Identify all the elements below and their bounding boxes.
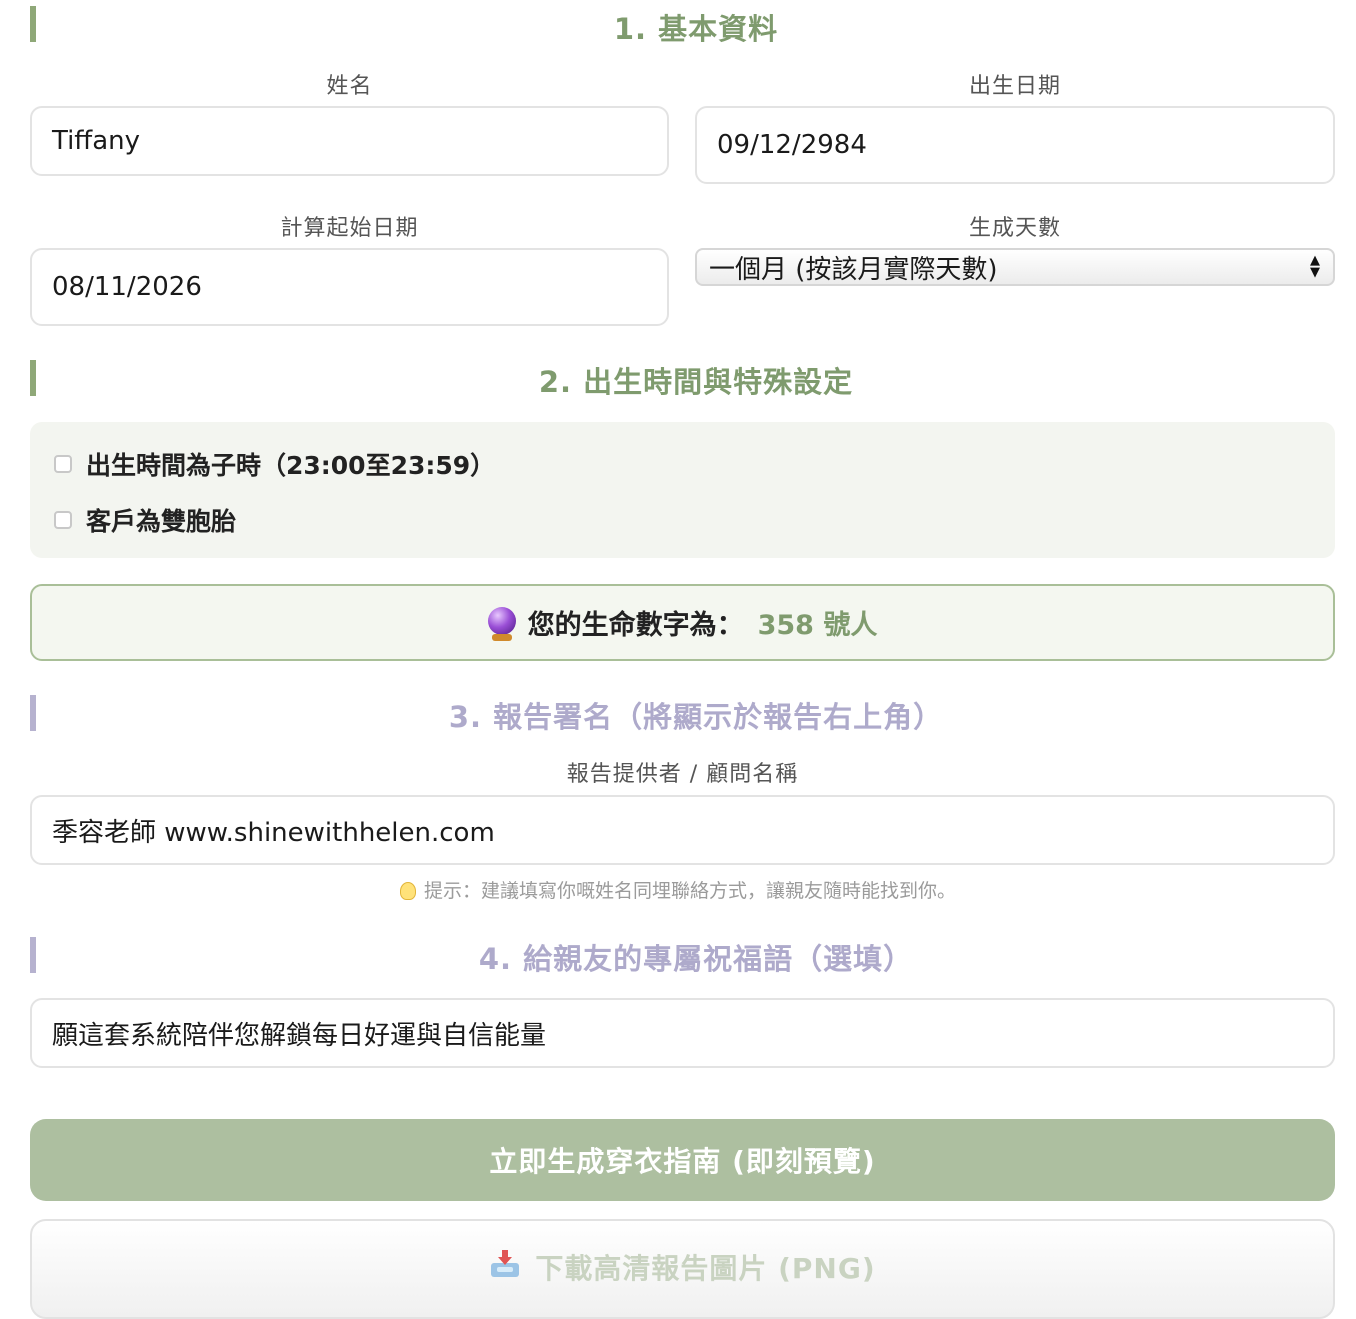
generate-guide-label: 立即生成穿衣指南 (即刻預覽) <box>489 1145 876 1178</box>
download-png-label: 下載高清報告圖片 (PNG) <box>535 1252 876 1285</box>
birthdate-label: 出生日期 <box>968 74 1061 99</box>
days-select-value: 一個月 (按該月實際天數) <box>709 254 998 285</box>
blessing-input[interactable]: 願這套系統陪伴您解鎖每日好運與自信能量 <box>30 998 1335 1068</box>
section-4-title: 4. 給親友的專屬祝福語（選填） <box>478 942 914 976</box>
start-date-input-value: 08/11/2026 <box>52 272 202 302</box>
twins-checkbox[interactable] <box>54 511 72 529</box>
start-date-input[interactable]: 08/11/2026 <box>30 248 669 326</box>
name-input-value: Tiffany <box>52 126 141 156</box>
zi-hour-option[interactable]: 出生時間為子時（23:00至23:59） <box>54 446 495 482</box>
generate-guide-button[interactable]: 立即生成穿衣指南 (即刻預覽) <box>30 1119 1335 1201</box>
twins-label: 客戶為雙胞胎 <box>86 507 237 536</box>
life-number-value: 358 號人 <box>757 610 878 641</box>
section-3-title: 3. 報告署名（將顯示於報告右上角） <box>448 700 944 734</box>
zi-hour-checkbox[interactable] <box>54 455 72 473</box>
provider-input[interactable]: 季容老師 www.shinewithhelen.com <box>30 795 1335 865</box>
provider-hint-text: 提示：建議填寫你嘅姓名同埋聯絡方式，讓親友隨時能找到你。 <box>423 880 956 902</box>
lightbulb-icon <box>399 882 416 900</box>
life-number-box: 您的生命數字為： 358 號人 <box>30 584 1335 661</box>
section-2-title: 2. 出生時間與特殊設定 <box>538 365 854 399</box>
special-settings-panel: 出生時間為子時（23:00至23:59） 客戶為雙胞胎 <box>30 422 1335 558</box>
birthdate-input-value: 09/12/2984 <box>717 130 867 160</box>
inbox-tray-icon <box>491 1250 520 1277</box>
provider-hint: 提示：建議填寫你嘅姓名同埋聯絡方式，讓親友隨時能找到你。 <box>0 876 1356 903</box>
name-label: 姓名 <box>326 74 373 99</box>
download-png-button[interactable]: 下載高清報告圖片 (PNG) <box>30 1219 1335 1319</box>
zi-hour-label: 出生時間為子時（23:00至23:59） <box>86 451 496 480</box>
twins-option[interactable]: 客戶為雙胞胎 <box>54 502 236 538</box>
provider-input-value: 季容老師 www.shinewithhelen.com <box>52 817 495 848</box>
name-input[interactable]: Tiffany <box>30 106 669 176</box>
days-select[interactable]: 一個月 (按該月實際天數) ▲ ▼ <box>695 248 1335 286</box>
crystal-ball-icon <box>487 606 516 641</box>
blessing-input-value: 願這套系統陪伴您解鎖每日好運與自信能量 <box>52 1020 547 1051</box>
days-label: 生成天數 <box>968 216 1061 241</box>
select-arrows-icon: ▲ ▼ <box>1310 253 1320 280</box>
birthdate-input[interactable]: 09/12/2984 <box>695 106 1335 184</box>
provider-label: 報告提供者 / 顧問名稱 <box>566 762 799 787</box>
start-date-label: 計算起始日期 <box>280 216 419 241</box>
life-number-prefix: 您的生命數字為： <box>527 610 744 641</box>
section-1-title: 1. 基本資料 <box>613 12 779 46</box>
